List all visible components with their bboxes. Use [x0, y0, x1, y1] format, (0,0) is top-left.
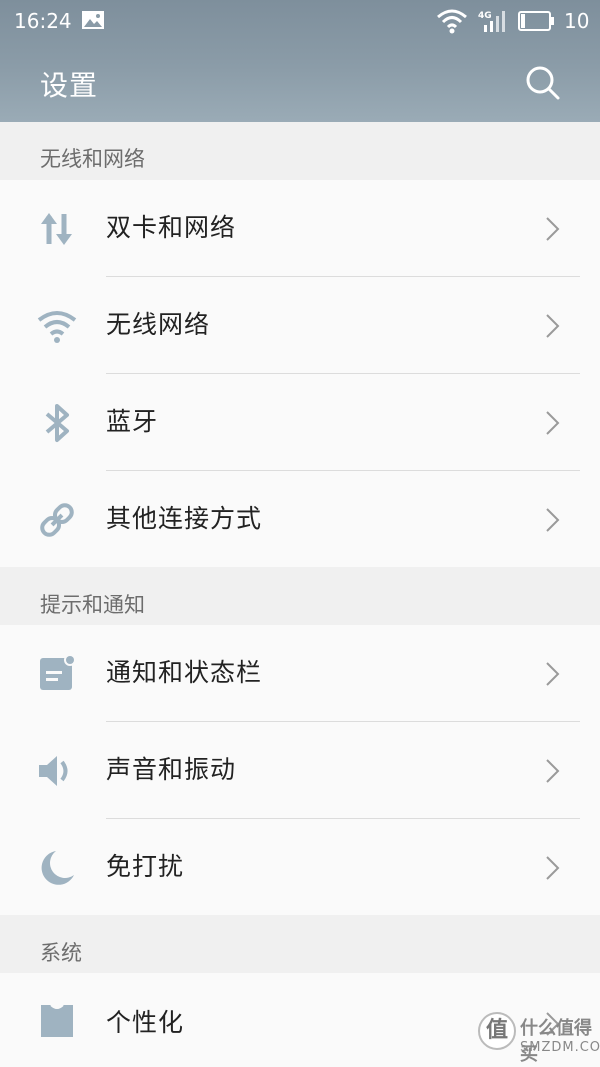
settings-item-label: 其他连接方式	[106, 504, 263, 533]
settings-item-other-connections[interactable]: 其他连接方式	[0, 471, 600, 567]
settings-item-label: 个性化	[106, 1008, 185, 1037]
battery-icon	[518, 11, 554, 31]
settings-item-label: 声音和振动	[106, 755, 237, 784]
settings-item-label: 无线网络	[106, 310, 211, 339]
settings-item-dual-sim[interactable]: 双卡和网络	[0, 180, 600, 277]
settings-item-label: 免打扰	[106, 852, 185, 881]
settings-item-label: 双卡和网络	[106, 213, 237, 242]
settings-item-bluetooth[interactable]: 蓝牙	[0, 374, 600, 471]
smzdm-watermark: 值 什么值得买 SMZDM.COM	[474, 994, 600, 1067]
section-header-notifications: 提示和通知	[0, 567, 600, 625]
chevron-right-icon	[546, 662, 560, 686]
chevron-right-icon	[546, 508, 560, 532]
settings-item-wifi[interactable]: 无线网络	[0, 277, 600, 374]
watermark-url: SMZDM.COM	[520, 1040, 600, 1055]
dual-arrows-icon	[41, 213, 72, 245]
chevron-right-icon	[546, 411, 560, 435]
status-time: 16:24	[14, 9, 72, 33]
section-header-system: 系统	[0, 915, 600, 973]
settings-item-notification-statusbar[interactable]: 通知和状态栏	[0, 625, 600, 722]
network-type-label: 4G	[478, 11, 492, 21]
status-bar: 16:24 4G 10	[0, 0, 600, 42]
settings-item-label: 通知和状态栏	[106, 658, 263, 687]
settings-group-notifications: 通知和状态栏 声音和振动 免打扰	[0, 625, 600, 915]
wifi-icon	[37, 311, 77, 343]
speaker-icon	[39, 756, 68, 786]
settings-item-sound-vibration[interactable]: 声音和振动	[0, 722, 600, 819]
chevron-right-icon	[546, 217, 560, 241]
wifi-icon	[437, 9, 467, 34]
settings-group-wireless: 双卡和网络 无线网络 蓝牙 其他连接方式	[0, 180, 600, 567]
settings-item-label: 蓝牙	[106, 407, 159, 436]
page-title: 设置	[40, 69, 99, 102]
settings-item-do-not-disturb[interactable]: 免打扰	[0, 819, 600, 915]
chevron-right-icon	[546, 314, 560, 338]
chevron-right-icon	[546, 856, 560, 880]
shirt-icon	[41, 1004, 73, 1037]
moon-icon	[41, 851, 74, 885]
notification-icon	[40, 654, 76, 690]
link-icon	[40, 503, 74, 537]
search-icon[interactable]	[522, 62, 562, 102]
header-bar: 16:24 4G 10 设置	[0, 0, 600, 122]
section-header-wireless: 无线和网络	[0, 122, 600, 180]
watermark-logo: 值	[478, 1012, 516, 1050]
chevron-right-icon	[546, 759, 560, 783]
bluetooth-icon	[45, 404, 69, 442]
image-notification-icon	[82, 11, 104, 29]
battery-level: 10	[564, 9, 590, 33]
